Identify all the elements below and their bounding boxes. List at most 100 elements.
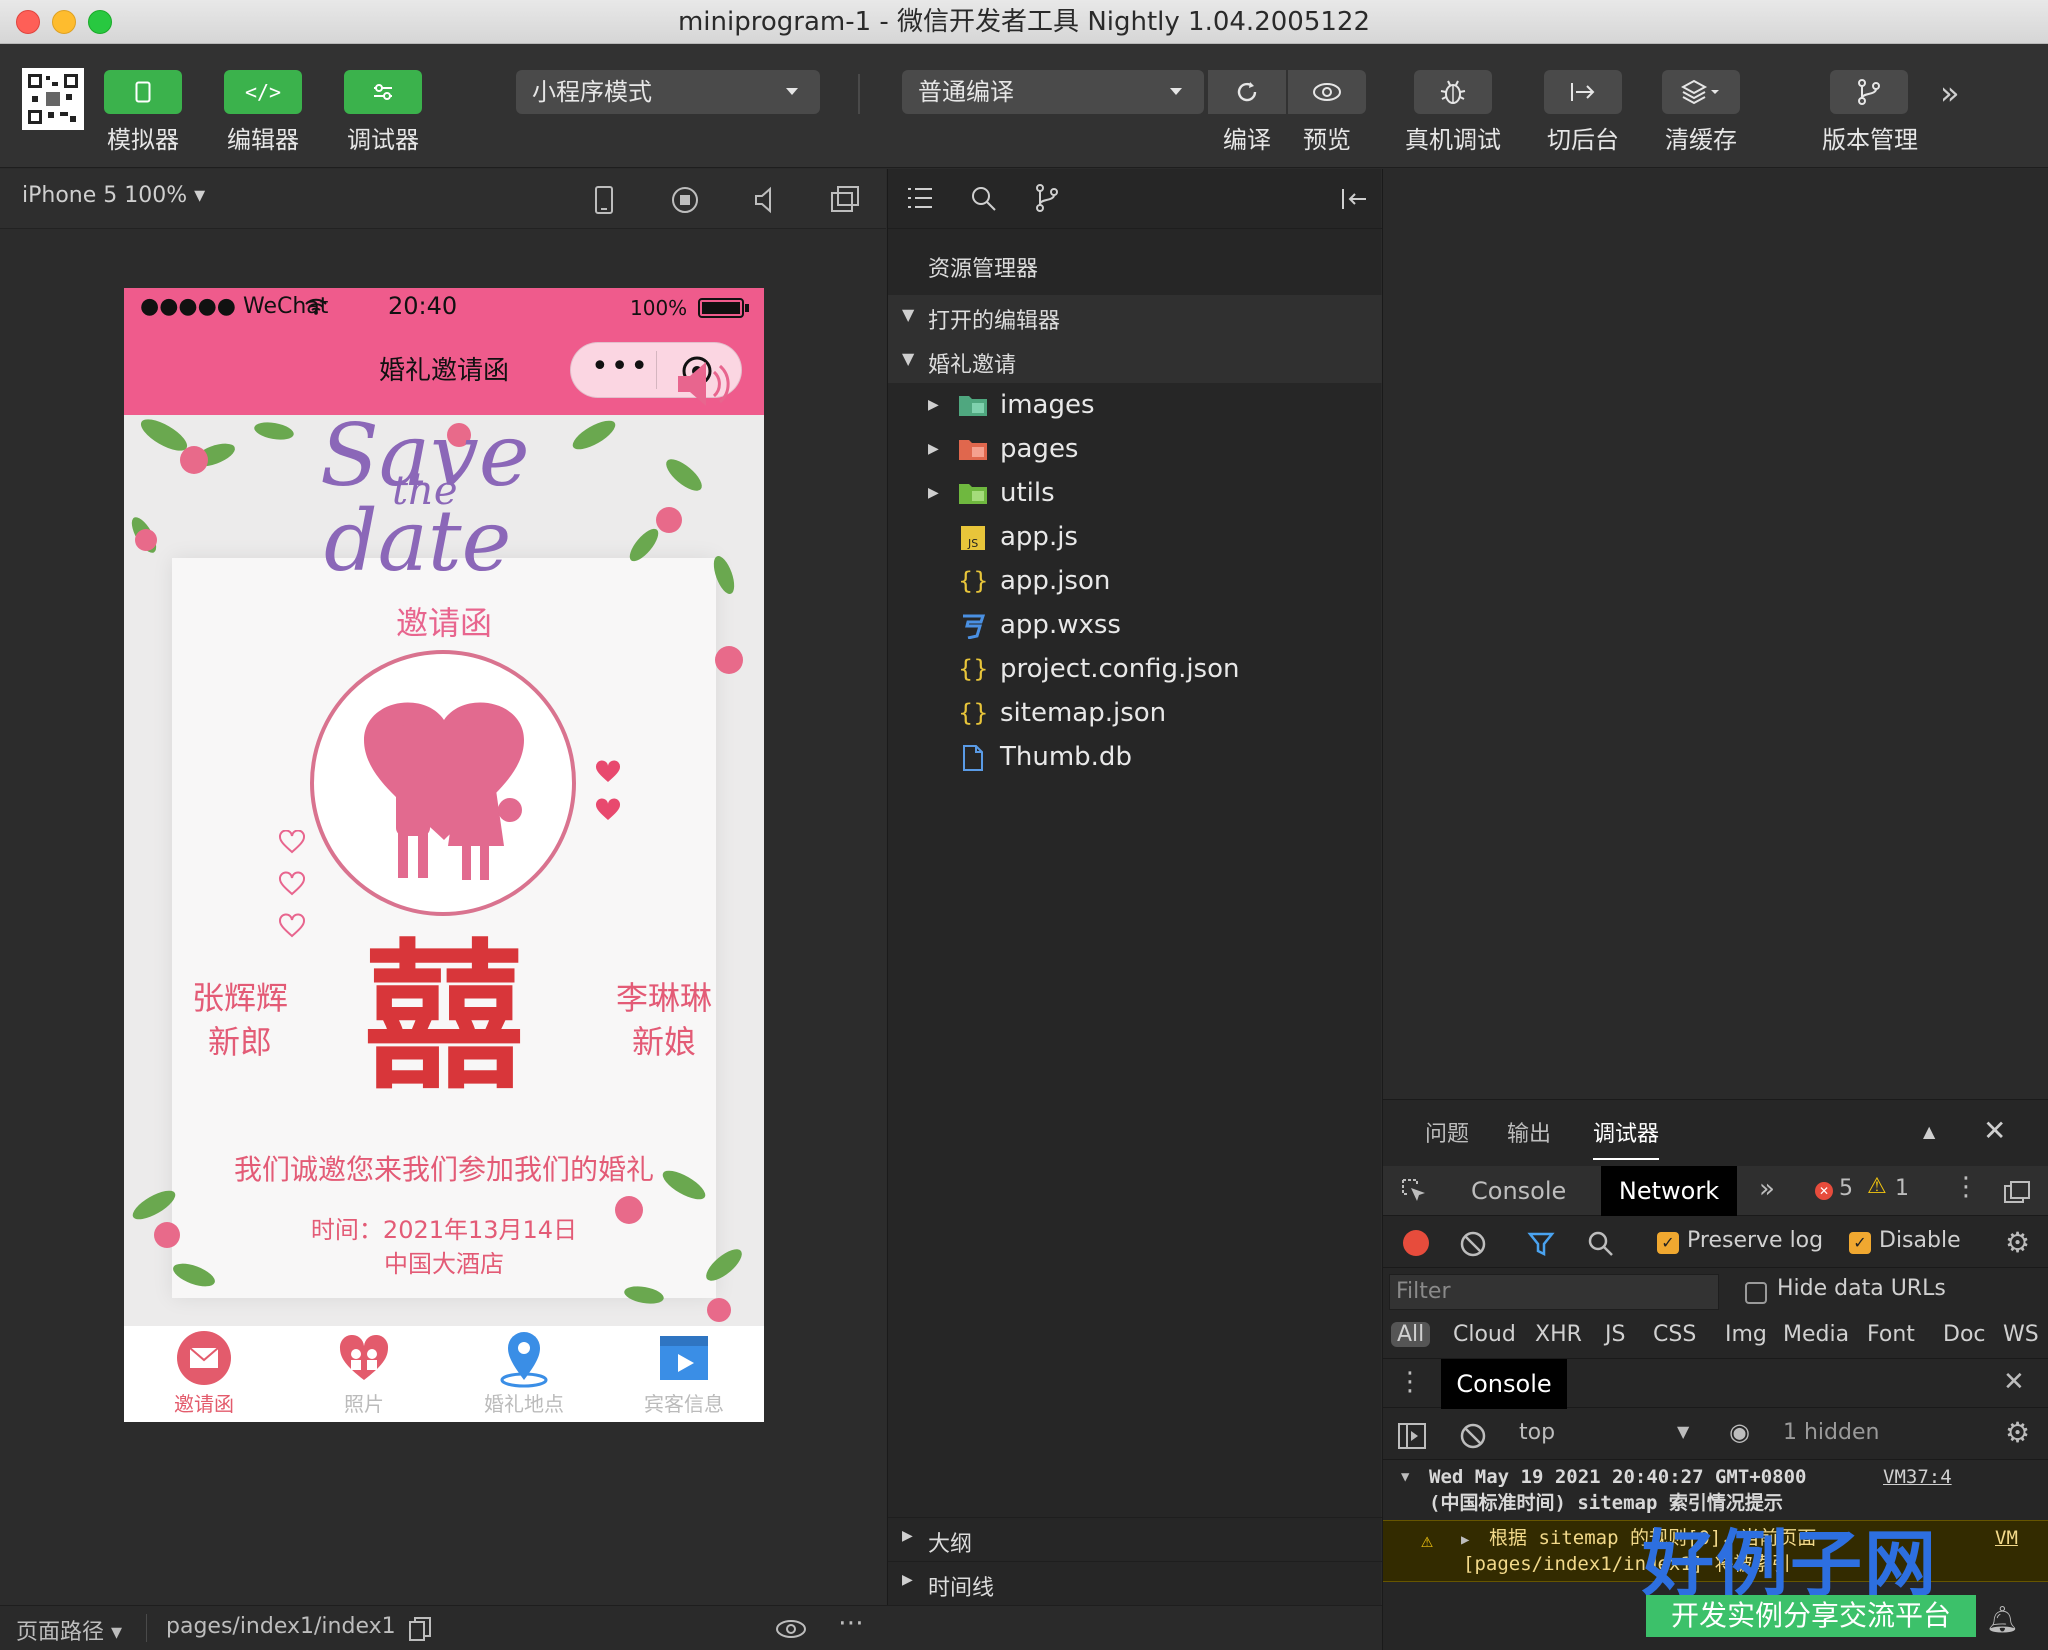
heart-outline-icon (279, 830, 305, 938)
type-filter-all[interactable]: All (1391, 1322, 1431, 1347)
device-rotate-icon[interactable] (594, 185, 614, 215)
tab-photos[interactable]: 照片 (284, 1326, 444, 1422)
folder-pages-icon (959, 440, 987, 460)
more-panels-icon[interactable]: » (1759, 1174, 1775, 1204)
close-panel-icon[interactable]: ✕ (1983, 1114, 2006, 1147)
tree-item-thumb-db[interactable]: Thumb.db (888, 735, 1382, 779)
type-filter-font[interactable]: Font (1867, 1322, 1915, 1347)
tree-item-app-wxss[interactable]: app.wxss (888, 603, 1382, 647)
copy-icon[interactable] (408, 1616, 432, 1642)
debugger-toggle-button[interactable] (344, 70, 422, 114)
settings-gear-icon[interactable]: ⚙ (2005, 1226, 2030, 1259)
outline-section[interactable]: ▶ 大纲 (888, 1517, 1382, 1561)
background-button[interactable] (1544, 70, 1622, 114)
warning-count[interactable]: 1 (1895, 1176, 1909, 1201)
eye-icon[interactable] (774, 1618, 808, 1640)
list-icon[interactable] (906, 185, 934, 211)
simulator-toggle-button[interactable] (104, 70, 182, 114)
window-title: miniprogram-1 - 微信开发者工具 Nightly 1.04.200… (677, 7, 1370, 37)
more-dots-icon[interactable]: ••• (591, 349, 650, 384)
heart-decoration-icon (595, 760, 621, 820)
home-button-icon[interactable] (670, 185, 700, 215)
tree-item-sitemap[interactable]: {} sitemap.json (888, 691, 1382, 735)
volume-icon[interactable] (752, 185, 780, 215)
type-filter-img[interactable]: Img (1725, 1322, 1767, 1347)
drawer-console-tab[interactable]: Console (1441, 1359, 1567, 1409)
disable-cache-checkbox[interactable]: ✓ (1849, 1232, 1871, 1254)
tab-guests[interactable]: 宾客信息 (604, 1326, 764, 1422)
timeline-label: 时间线 (928, 1576, 995, 1601)
close-drawer-icon[interactable]: ✕ (2003, 1367, 2025, 1397)
hide-data-urls-checkbox[interactable] (1745, 1282, 1767, 1304)
context-select[interactable]: top (1519, 1420, 1555, 1445)
editor-toggle-button[interactable]: </> (224, 70, 302, 114)
folder-images-icon (959, 396, 987, 416)
caret-down-icon[interactable]: ▼ (1401, 1464, 1409, 1490)
version-control-button[interactable] (1830, 70, 1908, 114)
search-icon[interactable] (970, 185, 998, 213)
dock-icon[interactable] (2003, 1180, 2031, 1204)
error-count[interactable]: 5 (1839, 1176, 1853, 1201)
maximize-panel-icon[interactable]: ▲ (1923, 1122, 1935, 1141)
sidebar-toggle-icon[interactable] (1397, 1422, 1427, 1450)
real-device-debug-button[interactable] (1414, 70, 1492, 114)
project-section[interactable]: ▼ 婚礼邀请 (888, 339, 1382, 383)
type-filter-doc[interactable]: Doc (1943, 1322, 1986, 1347)
music-speaker-icon[interactable] (672, 356, 732, 412)
bell-icon[interactable]: 🔔︎ (1986, 1605, 2019, 1635)
type-filter-cloud[interactable]: Cloud (1453, 1322, 1516, 1347)
caret-right-icon[interactable]: ▶ (1461, 1527, 1469, 1553)
chevron-down-icon[interactable]: ▼ (1677, 1422, 1689, 1441)
type-filter-xhr[interactable]: XHR (1535, 1322, 1582, 1347)
log-source-link[interactable]: VM37:4 (1883, 1464, 1952, 1490)
tab-invitation[interactable]: 邀请函 (124, 1326, 284, 1422)
avatar[interactable] (22, 68, 84, 130)
clear-console-icon[interactable] (1459, 1422, 1487, 1450)
type-filter-ws[interactable]: WS (2003, 1322, 2039, 1347)
panel-network-tab[interactable]: Network (1601, 1166, 1737, 1216)
phone-icon (135, 81, 151, 103)
live-expression-eye-icon[interactable]: ◉ (1729, 1418, 1750, 1446)
mode-select[interactable]: 小程序模式 (516, 70, 820, 114)
preview-button[interactable] (1288, 70, 1366, 114)
tree-item-pages[interactable]: ▶ pages (888, 427, 1382, 471)
tab-debugger[interactable]: 调试器 (1593, 1110, 1660, 1160)
more-options-icon[interactable]: ⋯ (838, 1608, 864, 1638)
source-control-icon[interactable] (1034, 183, 1060, 213)
type-filter-css[interactable]: CSS (1653, 1322, 1696, 1347)
inspect-element-icon[interactable] (1401, 1178, 1429, 1206)
tree-item-project-config[interactable]: {} project.config.json (888, 647, 1382, 691)
tree-item-app-json[interactable]: {} app.json (888, 559, 1382, 603)
console-settings-gear-icon[interactable]: ⚙ (2005, 1416, 2030, 1449)
tree-item-utils[interactable]: ▶ utils (888, 471, 1382, 515)
timeline-section[interactable]: ▶ 时间线 (888, 1561, 1382, 1605)
tab-output[interactable]: 输出 (1507, 1110, 1551, 1160)
filter-icon[interactable] (1527, 1230, 1555, 1258)
type-filter-js[interactable]: JS (1605, 1322, 1625, 1347)
panel-console-tab[interactable]: Console (1471, 1166, 1566, 1216)
warning-source-link[interactable]: VM (1995, 1525, 2018, 1551)
clear-icon[interactable] (1459, 1230, 1487, 1258)
clear-cache-button[interactable] (1662, 70, 1740, 114)
compile-select[interactable]: 普通编译 (902, 70, 1204, 114)
open-editors-section[interactable]: ▼ 打开的编辑器 (888, 295, 1382, 339)
tree-item-images[interactable]: ▶ images (888, 383, 1382, 427)
record-icon[interactable] (1403, 1230, 1429, 1256)
type-filter-media[interactable]: Media (1783, 1322, 1849, 1347)
tab-problems[interactable]: 问题 (1425, 1110, 1469, 1160)
kebab-menu-icon[interactable]: ⋮ (1953, 1172, 1979, 1202)
collapse-panel-icon[interactable] (1340, 187, 1368, 211)
search-icon[interactable] (1587, 1230, 1615, 1258)
network-filter-input[interactable]: Filter (1389, 1274, 1719, 1310)
preserve-log-checkbox[interactable]: ✓ (1657, 1232, 1679, 1254)
tab-location[interactable]: 婚礼地点 (444, 1326, 604, 1422)
device-select[interactable]: iPhone 5 100% ▾ (22, 183, 205, 208)
more-chevron-icon[interactable]: » (1940, 74, 1960, 112)
detach-window-icon[interactable] (830, 185, 860, 213)
drawer-menu-icon[interactable]: ⋮ (1397, 1367, 1423, 1397)
phone-tabbar: 邀请函 照片 婚礼地点 宾客信息 (124, 1326, 764, 1422)
page-path-select[interactable]: 页面路径 ▾ (16, 1614, 122, 1646)
preview-label: 预览 (1303, 126, 1351, 154)
compile-button[interactable] (1208, 70, 1286, 114)
tree-item-app-js[interactable]: JS app.js (888, 515, 1382, 559)
